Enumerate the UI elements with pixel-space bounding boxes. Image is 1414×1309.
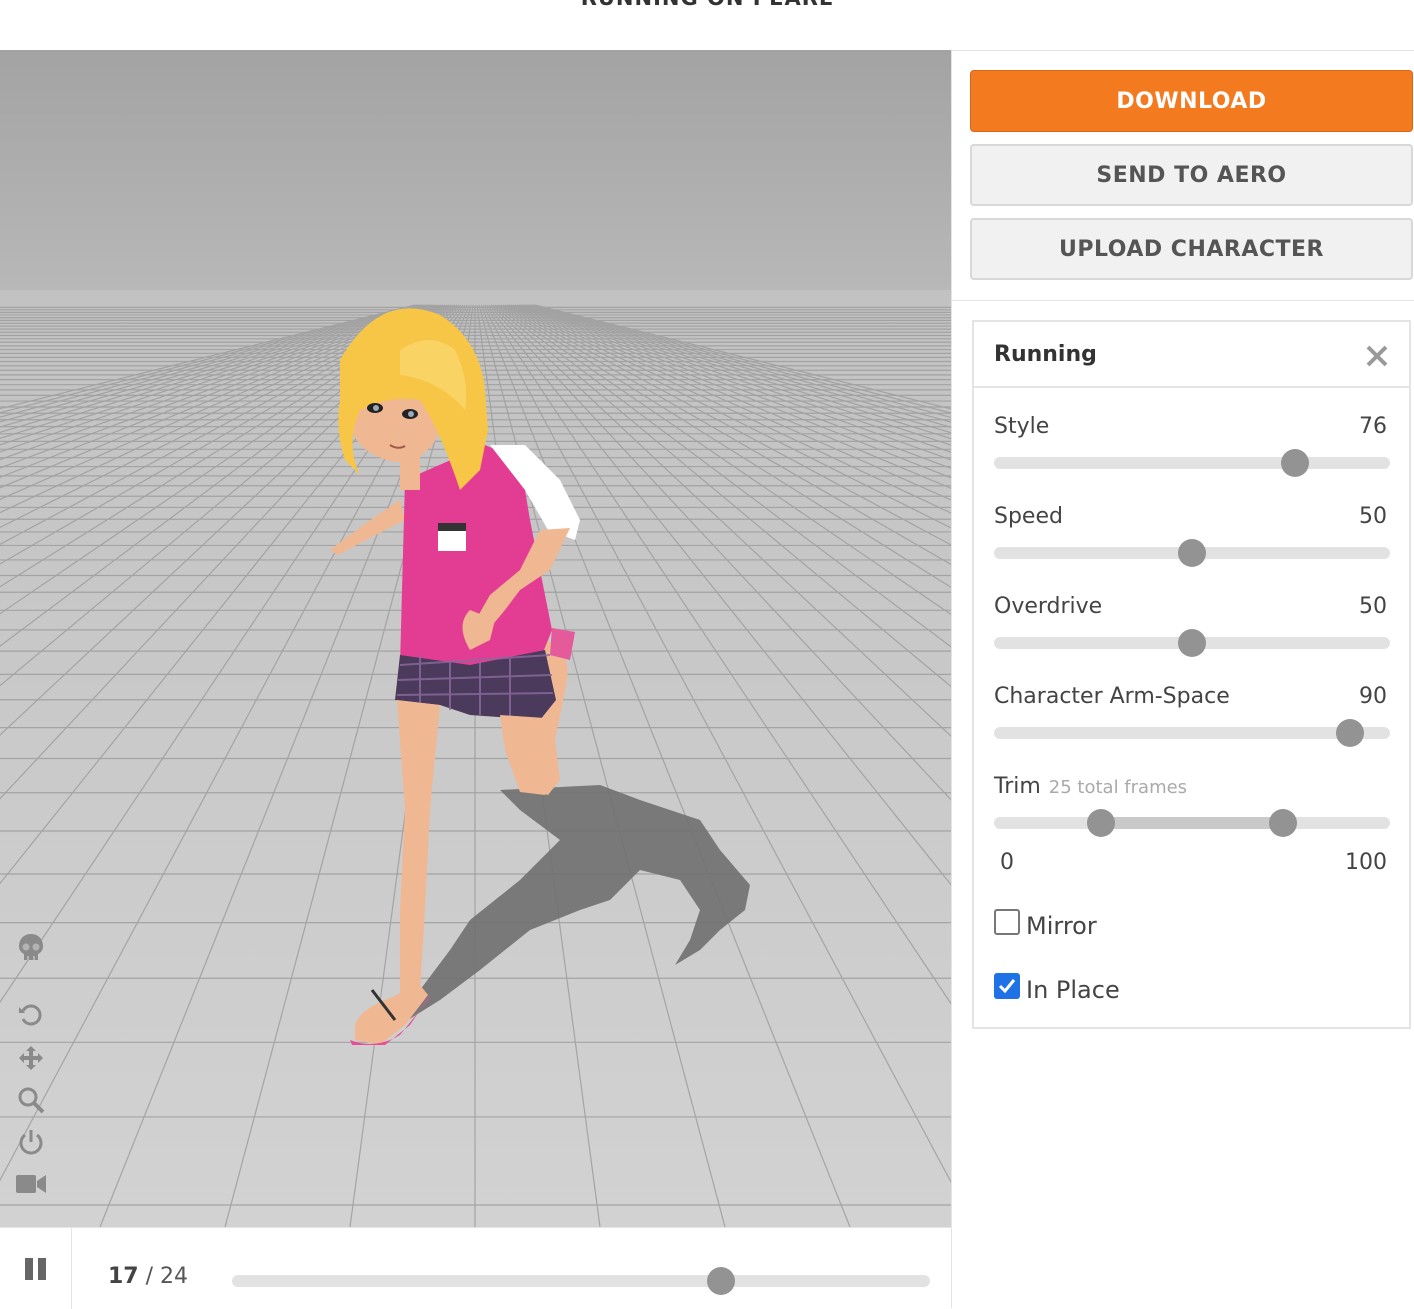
trim-frames-count: 25 total frames [1048, 777, 1188, 798]
video-camera-icon[interactable] [16, 1169, 46, 1199]
mirror-option[interactable]: Mirror [994, 908, 1097, 940]
current-frame: 17 [108, 1264, 139, 1289]
style-slider[interactable] [994, 449, 1390, 477]
total-frames: 24 [160, 1264, 189, 1289]
timeline-slider[interactable] [232, 1267, 930, 1295]
move-icon[interactable] [16, 1043, 46, 1073]
slider-handle[interactable] [1336, 719, 1365, 747]
arm-space-value: 90 [1359, 684, 1387, 709]
pause-button[interactable] [0, 1228, 72, 1309]
3d-viewport[interactable] [0, 50, 951, 1227]
trim-range-slider[interactable] [994, 809, 1390, 837]
frame-separator: / [145, 1264, 154, 1289]
frame-counter: 17 / 24 [108, 1264, 188, 1289]
search-icon[interactable] [16, 1085, 46, 1115]
page-header: RUNNING ON PEARL [0, 0, 1414, 50]
page-title: RUNNING ON PEARL [0, 0, 1414, 10]
style-value: 76 [1359, 414, 1387, 439]
arm-space-slider[interactable] [994, 719, 1390, 747]
overdrive-slider[interactable] [994, 629, 1390, 657]
speed-label: Speed [994, 504, 1063, 529]
divider [951, 50, 952, 1308]
skull-icon[interactable] [16, 933, 46, 963]
in-place-label: In Place [1026, 976, 1120, 1004]
upload-character-button[interactable]: UPLOAD CHARACTER [970, 218, 1413, 280]
trim-end-handle[interactable] [1269, 809, 1298, 837]
speed-value: 50 [1359, 504, 1387, 529]
style-label: Style [994, 414, 1050, 439]
send-to-aero-button[interactable]: SEND TO AERO [970, 144, 1413, 206]
checkmark-icon [998, 979, 1016, 994]
overdrive-label: Overdrive [994, 594, 1103, 619]
overdrive-value: 50 [1359, 594, 1387, 619]
trim-title: Trim [994, 774, 1041, 799]
trim-range-fill [1100, 817, 1284, 829]
trim-label: Trim 25 total frames [994, 774, 1187, 799]
animation-settings-panel: Running Style 76 Speed 50 Overdrive 50 C… [972, 320, 1411, 1029]
in-place-option[interactable]: In Place [994, 972, 1120, 1004]
playback-bar: 17 / 24 [0, 1227, 951, 1309]
speed-slider[interactable] [994, 539, 1390, 567]
reset-icon[interactable] [16, 1000, 46, 1030]
trim-min-label: 0 [1000, 850, 1014, 875]
mirror-label: Mirror [1026, 912, 1097, 940]
pause-icon [24, 1257, 46, 1280]
mirror-checkbox[interactable] [994, 909, 1020, 935]
trim-start-handle[interactable] [1086, 809, 1115, 837]
download-button[interactable]: DOWNLOAD [970, 70, 1413, 132]
scene-render [0, 50, 951, 1227]
divider [952, 300, 1414, 301]
close-icon[interactable] [1365, 344, 1389, 368]
slider-handle[interactable] [1178, 539, 1206, 567]
slider-handle[interactable] [1280, 449, 1309, 477]
panel-header: Running [974, 322, 1409, 388]
trim-max-label: 100 [1345, 850, 1387, 875]
in-place-checkbox[interactable] [994, 973, 1020, 999]
timeline-handle[interactable] [706, 1267, 735, 1295]
panel-title: Running [994, 342, 1097, 367]
power-icon[interactable] [16, 1127, 46, 1157]
divider [952, 50, 1414, 51]
arm-space-label: Character Arm-Space [994, 684, 1230, 709]
slider-handle[interactable] [1178, 629, 1206, 657]
